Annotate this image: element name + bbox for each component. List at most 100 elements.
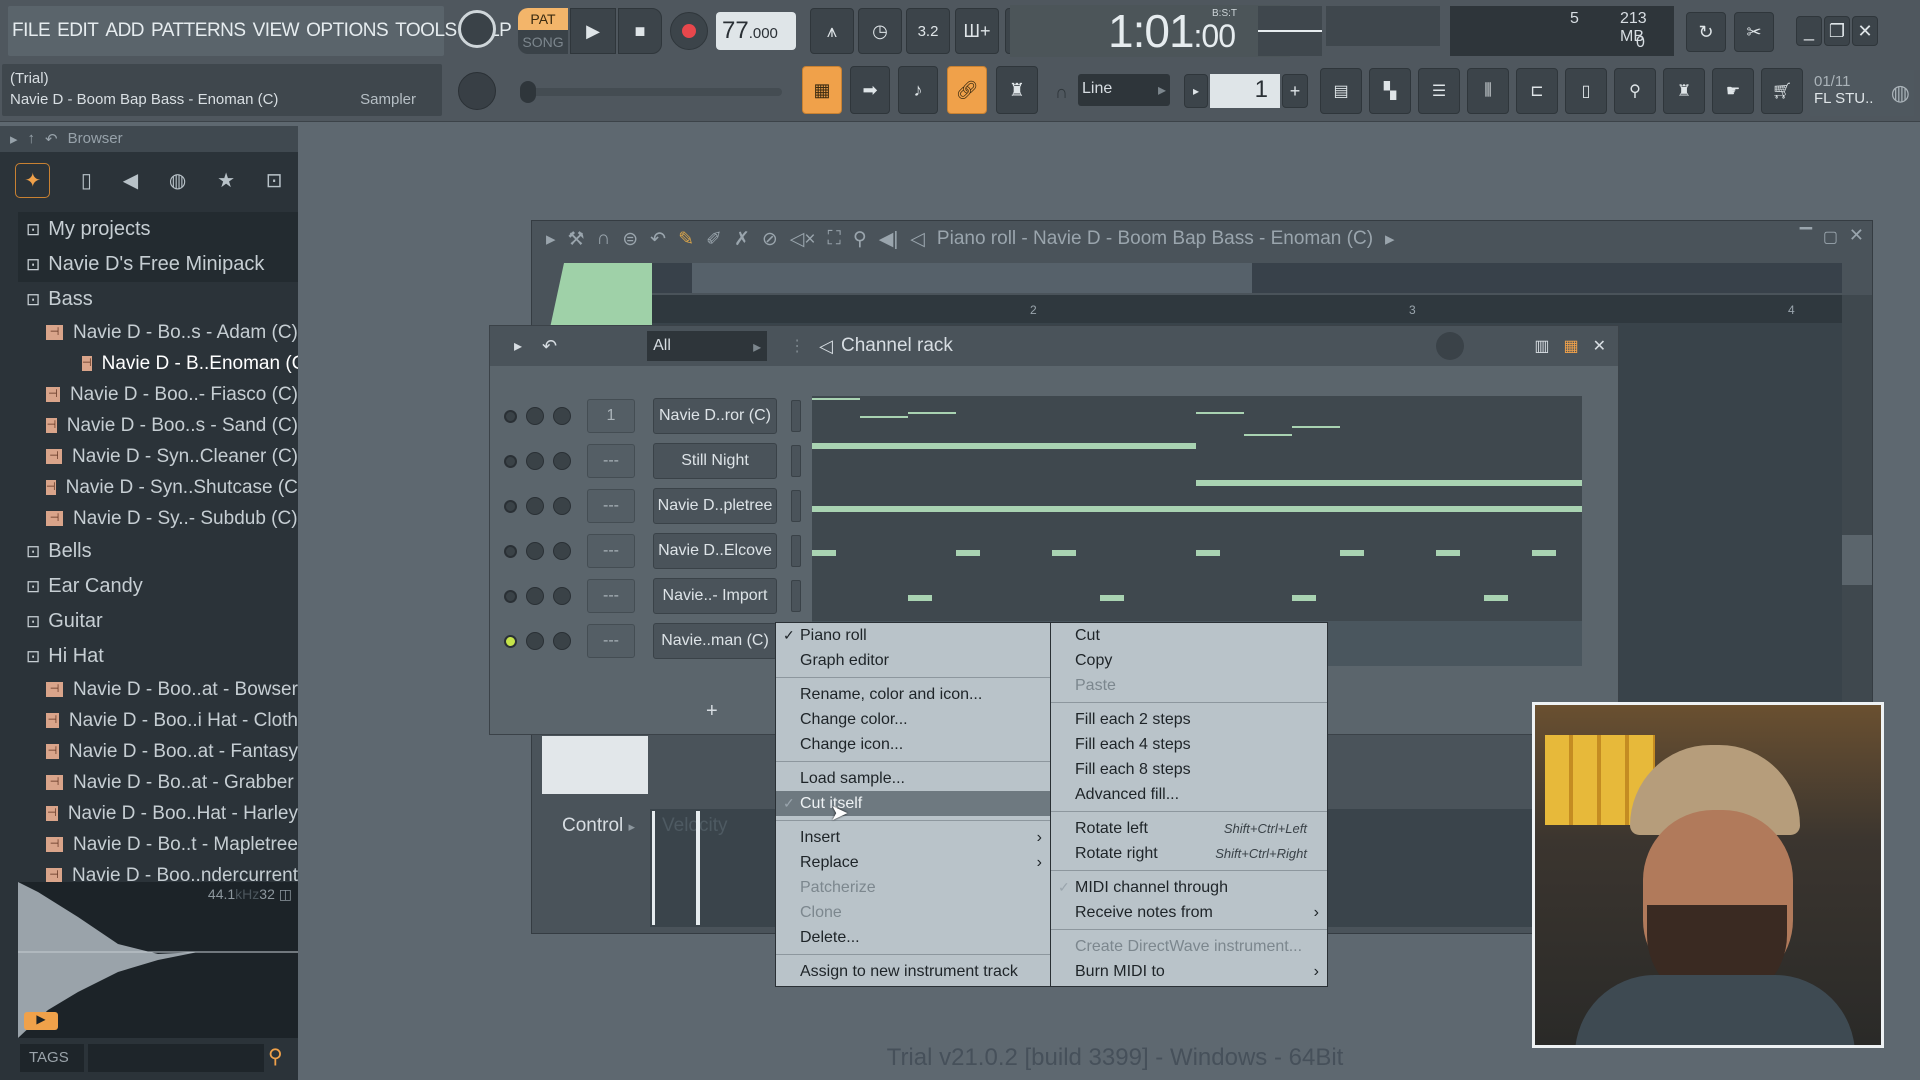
link-button[interactable]: 🔗︎ [947, 66, 987, 114]
menu-options[interactable]: OPTIONS [306, 20, 389, 42]
browser-file[interactable]: ⊣ Navie D - Syn..Cleaner (C) [18, 441, 298, 472]
channel-mute-led[interactable] [504, 544, 517, 558]
step-note[interactable] [1196, 412, 1244, 414]
step-note[interactable] [1196, 480, 1582, 486]
add-pattern-button[interactable]: + [1282, 74, 1308, 108]
menu-item[interactable]: Assign to new instrument track [776, 959, 1050, 984]
timeline[interactable]: 2 3 4 [652, 295, 1842, 323]
graph-icon[interactable]: ▥ [1534, 336, 1549, 356]
channel-pan-knob[interactable] [526, 452, 544, 470]
browser-folder[interactable]: ⊡ Bass [18, 282, 298, 317]
mixer-track-selector[interactable]: --- [587, 444, 635, 478]
channel-select-indicator[interactable] [791, 580, 801, 612]
pattern-prev-button[interactable]: ▸ [1184, 74, 1208, 108]
options-arrow-icon[interactable]: ▸ [514, 336, 522, 356]
group-filter[interactable]: All ▸ [647, 331, 768, 361]
channel-mute-led[interactable] [504, 634, 517, 648]
channel-select-indicator[interactable] [791, 535, 801, 567]
star-icon[interactable]: ★ [217, 168, 235, 193]
piano-roll-minimize[interactable]: ▔ [1800, 227, 1812, 247]
browser-button[interactable]: ⊏ [1516, 68, 1558, 114]
browser-folder[interactable]: ⊡ My projects [18, 212, 298, 247]
menu-item[interactable]: Rotate left Shift+Ctrl+Left [1051, 816, 1327, 841]
channel-volume-knob[interactable] [553, 587, 571, 605]
menu-item[interactable]: Fill each 2 steps [1051, 707, 1327, 732]
menu-item[interactable]: Copy [1051, 648, 1327, 673]
step-note[interactable] [812, 443, 1196, 449]
channel-volume-knob[interactable] [553, 452, 571, 470]
playback-icon[interactable]: ◀| [879, 228, 899, 251]
blend-notes-button[interactable]: ♪ [898, 66, 938, 114]
menu-edit[interactable]: EDIT [57, 20, 99, 42]
files-icon[interactable]: ▯ [81, 168, 92, 193]
close-icon[interactable]: ✕ [1593, 336, 1606, 356]
menu-item[interactable]: Advanced fill... [1051, 782, 1327, 807]
browser-folder[interactable]: ⊡ Guitar [18, 604, 298, 639]
slice-icon[interactable]: ◁× [790, 228, 816, 251]
menu-item[interactable]: Delete... [776, 925, 1050, 950]
master-volume-knob[interactable] [458, 10, 496, 48]
channel-volume-knob[interactable] [553, 407, 571, 425]
search-input[interactable] [88, 1044, 264, 1072]
channel-mute-led[interactable] [504, 589, 517, 603]
menu-item[interactable]: Rotate right Shift+Ctrl+Right [1051, 841, 1327, 866]
step-edit-button[interactable]: Ш+ [955, 8, 999, 54]
browser-folder[interactable]: ⊡ Bells [18, 534, 298, 569]
browser-folder[interactable]: ⊡ Navie D's Free Minipack [18, 247, 298, 282]
all-filter-icon[interactable]: ✦ [15, 162, 51, 198]
menu-item[interactable]: Receive notes from › [1051, 900, 1327, 925]
plugin-database-button[interactable]: ⚲ [1614, 68, 1656, 114]
menu-tools[interactable]: TOOLS [395, 20, 457, 42]
delete-tool-icon[interactable]: ✗ [734, 228, 750, 251]
expand-icon[interactable]: ▸ [10, 130, 18, 148]
step-note[interactable] [1436, 550, 1460, 556]
channel-mute-led[interactable] [504, 499, 517, 513]
mixer-button[interactable]: ⫼ [1467, 68, 1509, 114]
browser-file[interactable]: ⊣ Navie D - B..Enoman (C) [18, 348, 298, 379]
menu-item[interactable]: ✓ Cut itself [776, 791, 1050, 816]
globe-icon[interactable]: ◍ [169, 168, 186, 193]
browser-folder[interactable]: ⊡ Hi Hat [18, 639, 298, 674]
swing-knob[interactable] [1436, 332, 1465, 360]
maximize-button[interactable]: ❐ [1824, 16, 1850, 46]
piano-roll-button[interactable]: ▚ [1369, 68, 1411, 114]
main-volume-slider[interactable] [520, 81, 782, 103]
control-label[interactable]: Control ▸ [562, 815, 635, 837]
news-panel[interactable]: 01/11 FL STU.. ◍ [1810, 70, 1914, 116]
pat-button[interactable]: PAT [518, 8, 568, 30]
channel-mute-led[interactable] [504, 454, 517, 468]
menu-item[interactable]: ✓ Piano roll [776, 623, 1050, 648]
channel-name-button[interactable]: Still Night [653, 443, 777, 479]
cut-tool-button[interactable]: ✂ [1734, 12, 1774, 52]
preview-play-button[interactable]: ▶ [24, 1012, 58, 1030]
select-icon[interactable]: ⛶ [828, 228, 841, 250]
mixer-track-selector[interactable]: --- [587, 579, 635, 613]
channel-name-button[interactable]: Navie D..ror (C) [653, 398, 777, 434]
step-note[interactable] [812, 506, 1582, 512]
back-icon[interactable]: ↶ [45, 130, 58, 148]
browser-file[interactable]: ⊣ Navie D - Boo..- Fiasco (C) [18, 379, 298, 410]
step-note[interactable] [812, 550, 836, 556]
menu-item[interactable]: Fill each 4 steps [1051, 732, 1327, 757]
close-button[interactable]: ✕ [1852, 16, 1878, 46]
typing-keyboard-button[interactable]: ▦ [802, 66, 842, 114]
channel-pan-knob[interactable] [526, 632, 544, 650]
minimize-button[interactable]: _ [1796, 16, 1822, 46]
steps-icon[interactable]: ▦ [1563, 336, 1578, 356]
channel-volume-knob[interactable] [553, 542, 571, 560]
channel-pan-knob[interactable] [526, 587, 544, 605]
magnet-icon[interactable]: ∩ [597, 228, 611, 250]
browser-folder[interactable]: ⊡ Ear Candy [18, 569, 298, 604]
zoom-icon[interactable]: ⚲ [853, 228, 867, 251]
stamp-icon[interactable]: ⊜ [622, 228, 638, 251]
menu-item[interactable]: Change color... [776, 707, 1050, 732]
menu-item[interactable]: Graph editor [776, 648, 1050, 673]
channel-volume-knob[interactable] [553, 632, 571, 650]
browser-file[interactable]: ⊣ Navie D - Boo..at - Bowser [18, 674, 298, 705]
menu-item[interactable]: Create DirectWave instrument... [1051, 934, 1327, 959]
menu-item[interactable]: Clone [776, 900, 1050, 925]
step-note[interactable] [812, 398, 860, 400]
menu-item[interactable]: Change icon... [776, 732, 1050, 757]
channel-name-button[interactable]: Navie D..Elcove [653, 533, 777, 569]
mixer-track-selector[interactable]: 1 [587, 399, 635, 433]
